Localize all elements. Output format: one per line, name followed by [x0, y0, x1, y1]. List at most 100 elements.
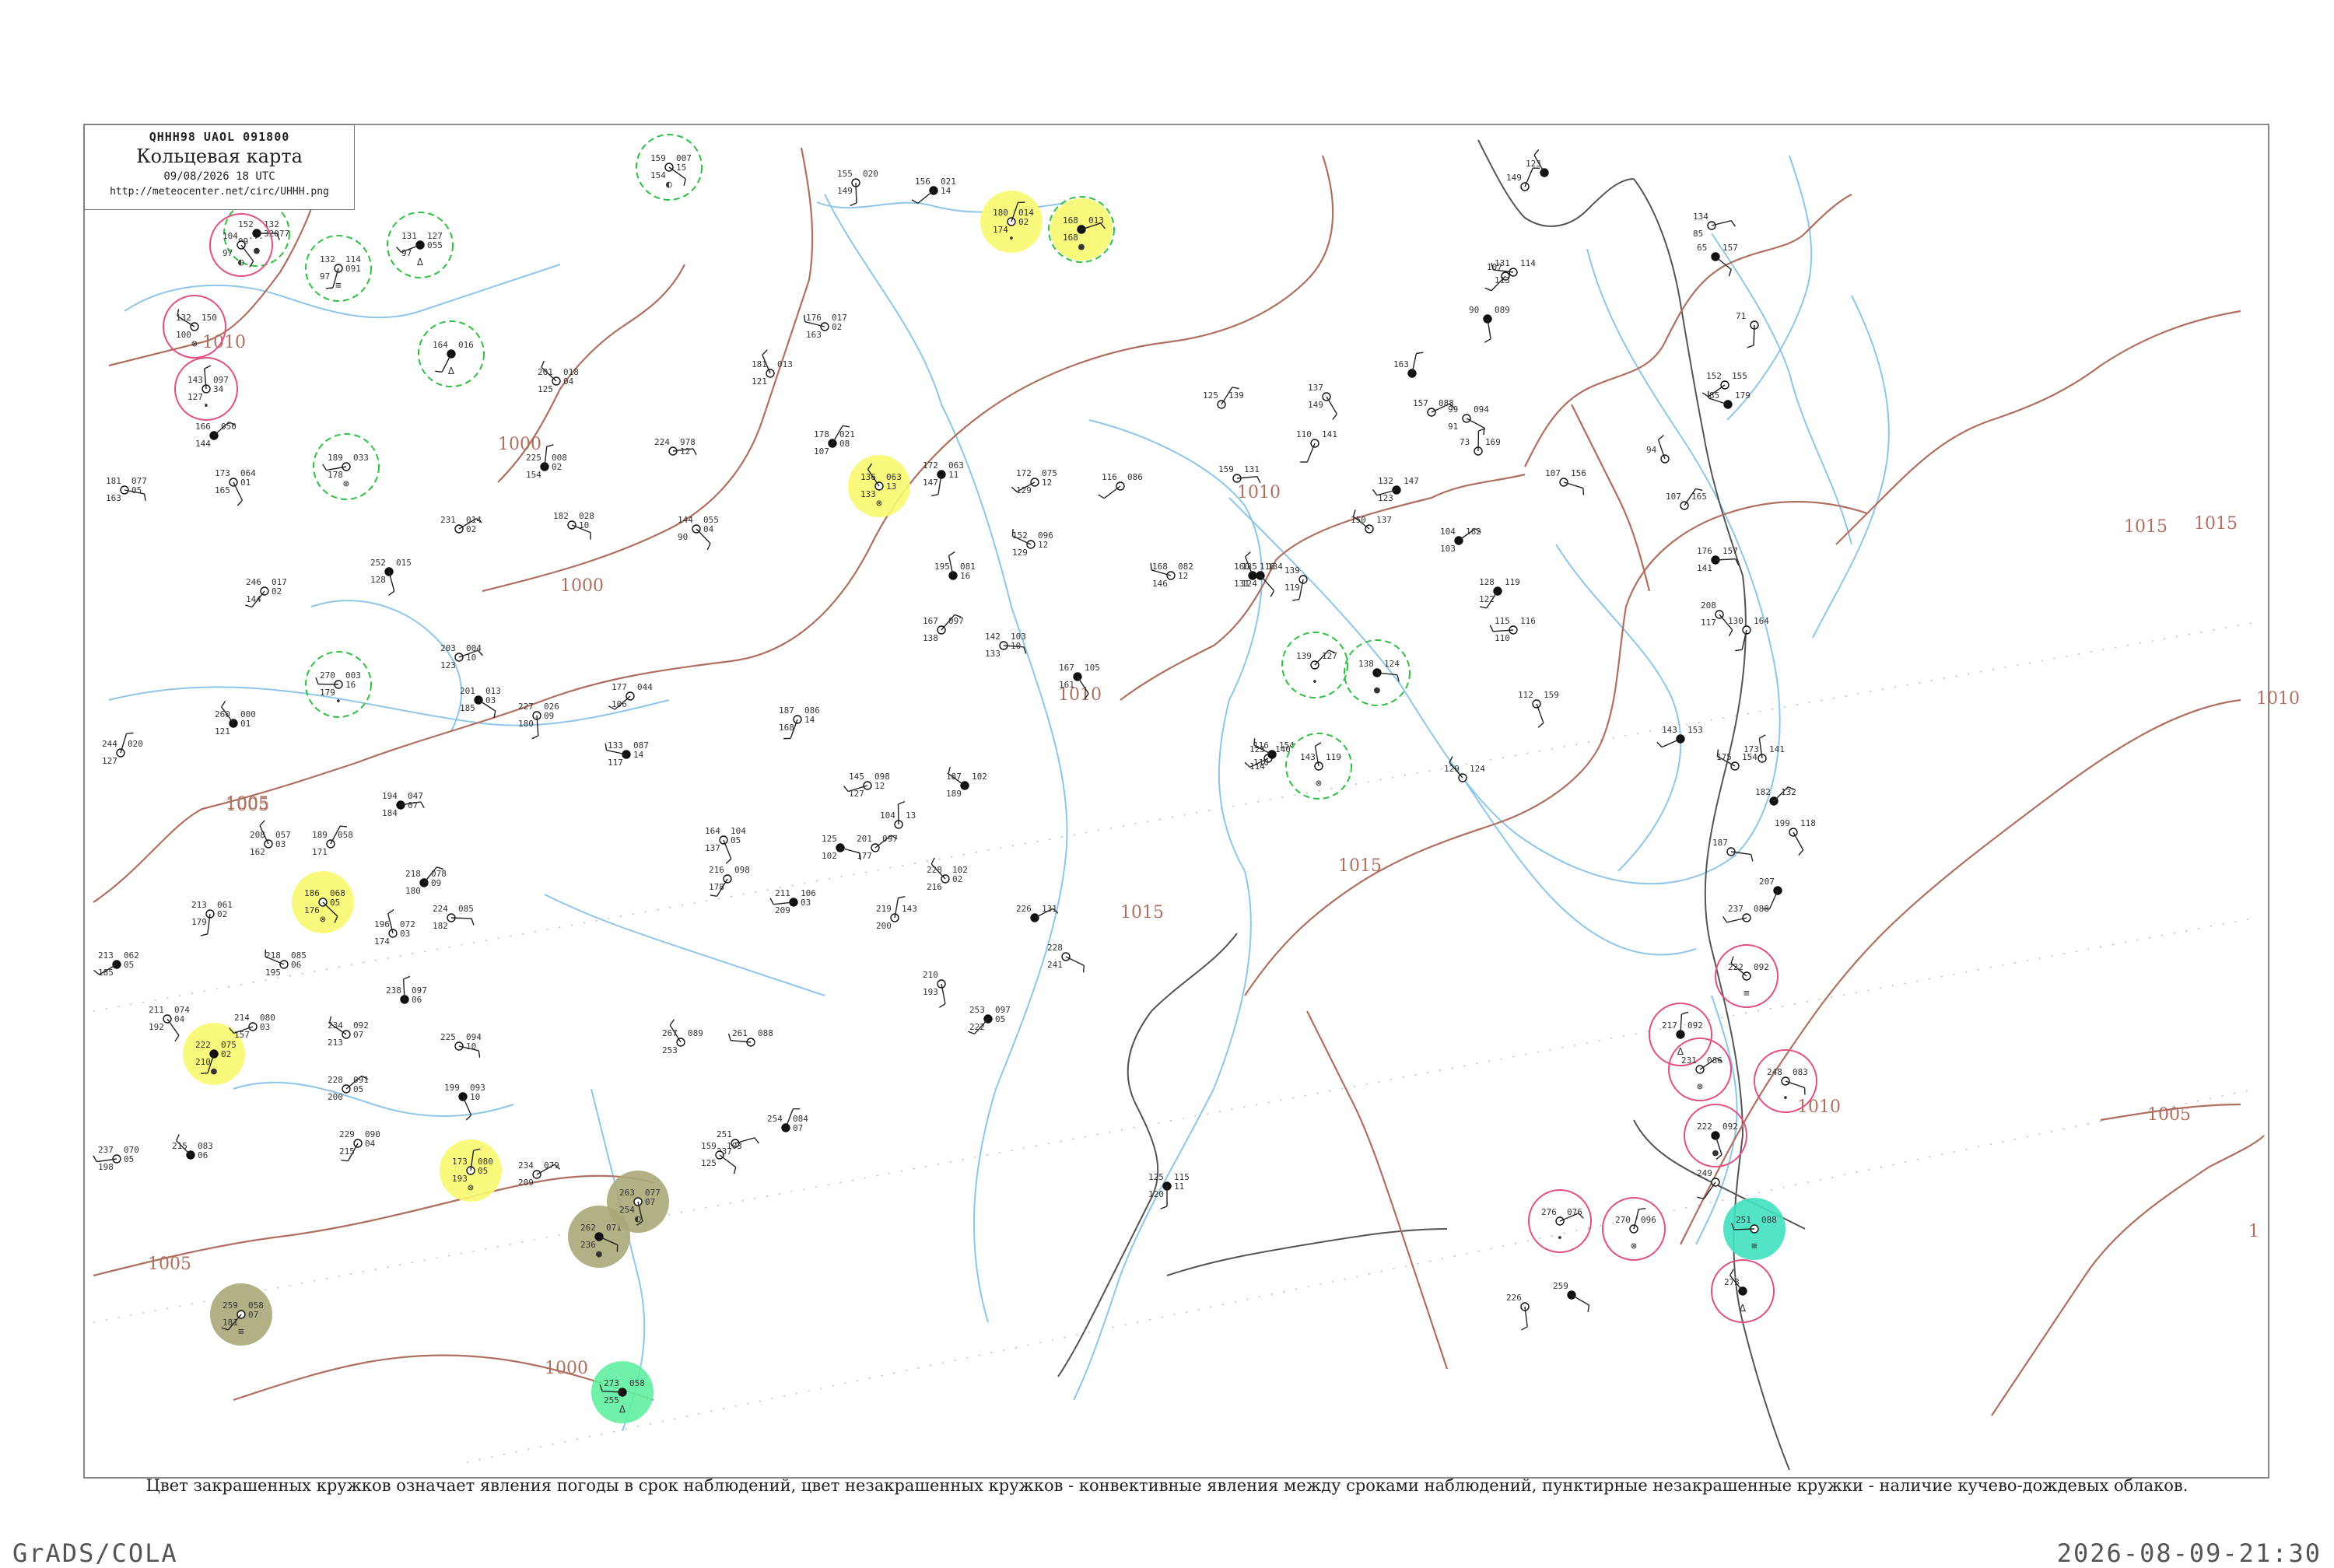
- dew-point: 184: [382, 808, 398, 818]
- pressure-value: 089: [1495, 305, 1510, 315]
- pressure-value: 13: [906, 810, 916, 821]
- air-temperature: 276: [1541, 1207, 1557, 1217]
- pressure-value: 116: [1520, 616, 1536, 626]
- air-temperature: 181: [106, 476, 121, 486]
- dew-point: 127: [849, 789, 864, 799]
- air-temperature: 133: [608, 740, 623, 751]
- pressure-tendency: 02: [466, 524, 476, 534]
- air-temperature: 251: [717, 1129, 732, 1139]
- air-temperature: 263: [619, 1188, 635, 1198]
- pressure-value: 155: [1732, 371, 1747, 381]
- air-temperature: 226: [1016, 904, 1032, 914]
- present-weather-symbol: ●: [596, 1248, 602, 1260]
- air-temperature: 228: [927, 865, 942, 875]
- weather-map: 1010100010001005100510101010101510151015…: [0, 0, 2334, 1556]
- pressure-value: 076: [1567, 1207, 1582, 1217]
- air-temperature: 189: [328, 453, 343, 463]
- dew-point: 122: [1479, 594, 1495, 604]
- pressure-tendency: 05: [353, 1084, 363, 1094]
- dew-point: 123: [440, 660, 456, 670]
- air-temperature: 225: [440, 1032, 456, 1042]
- air-temperature: 143: [1662, 725, 1677, 735]
- bulletin-code: QHHH98 UAOL 091800: [85, 130, 354, 144]
- map-caption: Цвет закрашенных кружков означает явлени…: [0, 1476, 2334, 1495]
- wind-barb-feather: [1084, 965, 1085, 972]
- air-temperature: 253: [969, 1005, 985, 1015]
- air-temperature: 226: [1506, 1293, 1522, 1303]
- air-temperature: 73: [1460, 437, 1470, 447]
- pressure-tendency: 02: [221, 1049, 231, 1059]
- air-temperature: 175: [1716, 752, 1732, 762]
- air-temperature: 123: [1526, 159, 1541, 169]
- pressure-value: 094: [1474, 404, 1489, 415]
- dew-point: 255: [604, 1395, 619, 1405]
- dew-point: 119: [1284, 583, 1300, 593]
- air-temperature: 176: [1697, 546, 1712, 556]
- pressure-tendency: 06: [198, 1150, 208, 1160]
- air-temperature: 125: [1203, 390, 1218, 401]
- dew-point: 180: [518, 719, 534, 729]
- pressure-value: 141: [1769, 744, 1785, 754]
- dew-point: 198: [98, 1162, 114, 1172]
- dew-point: 123: [1378, 493, 1393, 503]
- dew-point: 107: [814, 446, 829, 457]
- pressure-tendency: 02: [1018, 217, 1029, 227]
- pressure-value: 015: [396, 558, 412, 568]
- air-temperature: 131: [1495, 258, 1510, 268]
- pressure-tendency: 06: [291, 960, 301, 970]
- pressure-tendency: 05: [731, 835, 741, 845]
- dew-point: 97: [401, 248, 412, 258]
- pressure-value: 114: [1520, 258, 1536, 268]
- air-temperature: 249: [1697, 1168, 1712, 1178]
- air-temperature: 216: [709, 865, 724, 875]
- pressure-value: 103: [727, 1141, 742, 1151]
- pressure-value: 086: [1127, 472, 1143, 482]
- pressure-value: 132: [1781, 787, 1796, 797]
- air-temperature: 116: [1253, 740, 1269, 751]
- dew-point: 100: [176, 330, 191, 340]
- air-temperature: 224: [654, 437, 670, 447]
- pressure-tendency: 15: [676, 163, 686, 173]
- air-temperature: 194: [382, 791, 398, 801]
- dew-point: 110: [1253, 758, 1269, 768]
- air-temperature: 213: [98, 950, 114, 961]
- dew-point: 133: [860, 489, 876, 499]
- air-temperature: 189: [312, 830, 328, 840]
- air-temperature: 107: [1666, 492, 1681, 502]
- dew-point: 91: [1448, 422, 1458, 432]
- station-marker: 17319308005⊗: [440, 1139, 502, 1202]
- pressure-value: 131: [1244, 464, 1260, 474]
- air-temperature: 222: [1728, 962, 1743, 972]
- dew-point: 149: [1308, 400, 1323, 410]
- pressure-tendency: 10: [466, 1041, 476, 1052]
- dew-point: 171: [312, 847, 328, 857]
- dew-point: 253: [662, 1045, 678, 1055]
- pressure-tendency: 02: [832, 322, 842, 332]
- wind-barb-feather: [435, 371, 442, 372]
- dew-point: 176: [304, 905, 320, 915]
- pressure-tendency: 05: [131, 485, 142, 495]
- dew-point: 121: [215, 726, 230, 737]
- pressure-value: 147: [1404, 476, 1419, 486]
- pressure-tendency: 03: [260, 1022, 270, 1032]
- pressure-value: 162: [1466, 527, 1481, 537]
- air-temperature: 164: [433, 340, 448, 350]
- isobar-label: 1005: [226, 794, 269, 814]
- present-weather-symbol: •: [1312, 677, 1318, 688]
- present-weather-symbol: ●: [211, 1066, 217, 1077]
- air-temperature: 116: [1102, 472, 1117, 482]
- pressure-value: 083: [1793, 1067, 1808, 1077]
- dew-point: 168: [779, 723, 794, 733]
- dew-point: 185: [460, 703, 475, 713]
- dew-point: 215: [339, 1146, 355, 1157]
- dew-point: 85: [1693, 229, 1703, 239]
- air-temperature: 211: [149, 1005, 164, 1015]
- air-temperature: 260: [215, 709, 230, 719]
- isobar-label: 1005: [2147, 1105, 2191, 1125]
- air-temperature: 211: [775, 888, 790, 898]
- dew-point: 163: [806, 330, 822, 340]
- present-weather-symbol: ◐: [238, 257, 244, 268]
- dew-point: 163: [106, 493, 121, 503]
- pressure-value: 013: [777, 359, 793, 369]
- pressure-tendency: 03: [275, 839, 286, 849]
